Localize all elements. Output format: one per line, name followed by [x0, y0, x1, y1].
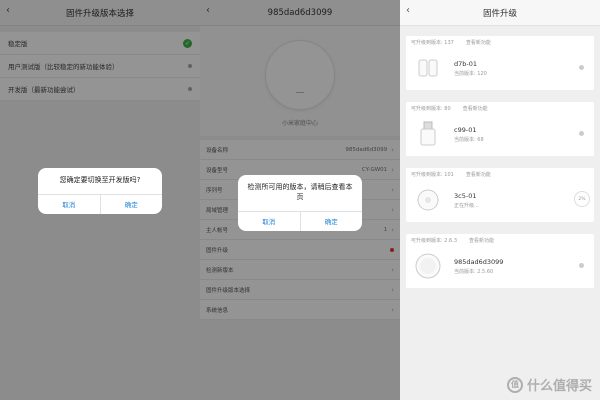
smzdm-logo-icon: 值 — [506, 376, 523, 393]
confirm-dialog: 您确定要切换至开发版吗? 取消 确定 — [38, 168, 162, 214]
upgrade-card: 可升级到版本: 137 查看新功能 d7b-01 当前版本: 120 — [406, 36, 594, 90]
confirm-button[interactable]: 确定 — [99, 194, 163, 214]
changelog-link[interactable]: 查看新功能 — [469, 237, 494, 244]
device-name: d7b-01 — [454, 59, 478, 68]
chevron-left-icon[interactable]: ‹ — [406, 5, 410, 16]
current-version: 正在升级... — [454, 202, 479, 209]
available-version: 可升级到版本: 2.6.3 — [411, 238, 457, 244]
smart-plug-image — [414, 120, 442, 148]
door-sensor-image — [414, 54, 442, 82]
upgrade-status-dot[interactable] — [579, 263, 584, 268]
device-name: c99-01 — [454, 125, 477, 134]
device-name: 3c5-01 — [454, 191, 477, 200]
available-version: 可升级到版本: 80 — [411, 106, 451, 112]
nav-bar: ‹ 固件升级 — [400, 0, 600, 26]
dialog-message: 您确定要切换至开发版吗? — [59, 176, 141, 184]
upgrade-card: 可升级到版本: 80 查看新功能 c99-01 当前版本: 68 — [406, 102, 594, 156]
available-version: 可升级到版本: 137 — [411, 40, 454, 46]
available-version: 可升级到版本: 101 — [411, 172, 454, 178]
gateway-image — [414, 252, 442, 280]
changelog-link[interactable]: 查看新功能 — [463, 105, 488, 112]
confirm-button[interactable]: 确定 — [299, 211, 363, 231]
current-version: 当前版本: 68 — [454, 136, 484, 143]
watermark: 值 什么值得买 — [506, 375, 592, 394]
dialog-message: 检测所可用的版本，请稍后查看本页 — [247, 183, 353, 201]
upgrade-progress-ring: 2% — [574, 191, 590, 207]
changelog-link[interactable]: 查看新功能 — [466, 171, 491, 178]
current-version: 当前版本: 2.5.60 — [454, 268, 494, 275]
changelog-link[interactable]: 查看新功能 — [466, 39, 491, 46]
cancel-button[interactable]: 取消 — [38, 195, 100, 214]
current-version: 当前版本: 120 — [454, 70, 487, 77]
firmware-version-select-screen: ‹ 固件升级版本选择 稳定版 ✓ 用户测试版（比较稳定的新功能体验） 开发版（最… — [0, 0, 200, 400]
device-name: 985dad6d3099 — [454, 257, 504, 266]
cancel-button[interactable]: 取消 — [238, 212, 300, 231]
upgrade-card: 可升级到版本: 101 查看新功能 3c5-01 正在升级... 2% — [406, 168, 594, 222]
upgrade-status-dot[interactable] — [579, 131, 584, 136]
device-detail-screen: ‹ 985dad6d3099 小米家庭中心 设备名称 985dad6d3099 ›… — [200, 0, 400, 400]
upgrade-card: 可升级到版本: 2.6.3 查看新功能 985dad6d3099 当前版本: 2… — [406, 234, 594, 288]
info-dialog: 检测所可用的版本，请稍后查看本页 取消 确定 — [238, 175, 362, 231]
firmware-upgrade-screen: ‹ 固件升级 可升级到版本: 137 查看新功能 d7b-01 当前版本: 12… — [400, 0, 600, 400]
watermark-text: 什么值得买 — [526, 379, 592, 394]
wireless-switch-image — [414, 186, 442, 214]
page-title: 固件升级 — [482, 8, 517, 19]
upgrade-status-dot[interactable] — [579, 65, 584, 70]
